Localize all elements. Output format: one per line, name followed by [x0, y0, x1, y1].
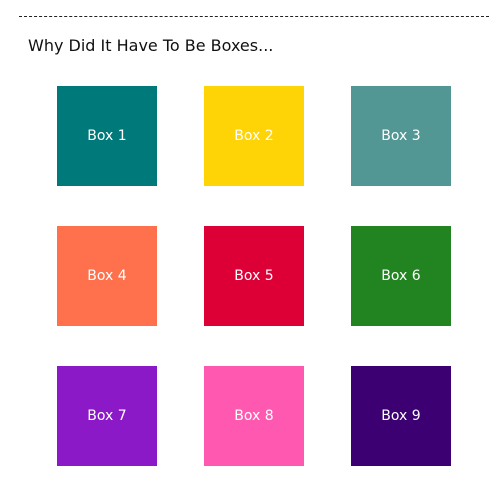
dashed-divider	[19, 16, 489, 17]
box-8: Box 8	[204, 366, 304, 466]
box-4: Box 4	[57, 226, 157, 326]
box-grid: Box 1 Box 2 Box 3 Box 4 Box 5 Box 6 Box …	[57, 86, 451, 466]
page-title: Why Did It Have To Be Boxes...	[28, 36, 274, 55]
box-3: Box 3	[351, 86, 451, 186]
box-9: Box 9	[351, 366, 451, 466]
box-6: Box 6	[351, 226, 451, 326]
box-1: Box 1	[57, 86, 157, 186]
box-7: Box 7	[57, 366, 157, 466]
box-2: Box 2	[204, 86, 304, 186]
box-5: Box 5	[204, 226, 304, 326]
